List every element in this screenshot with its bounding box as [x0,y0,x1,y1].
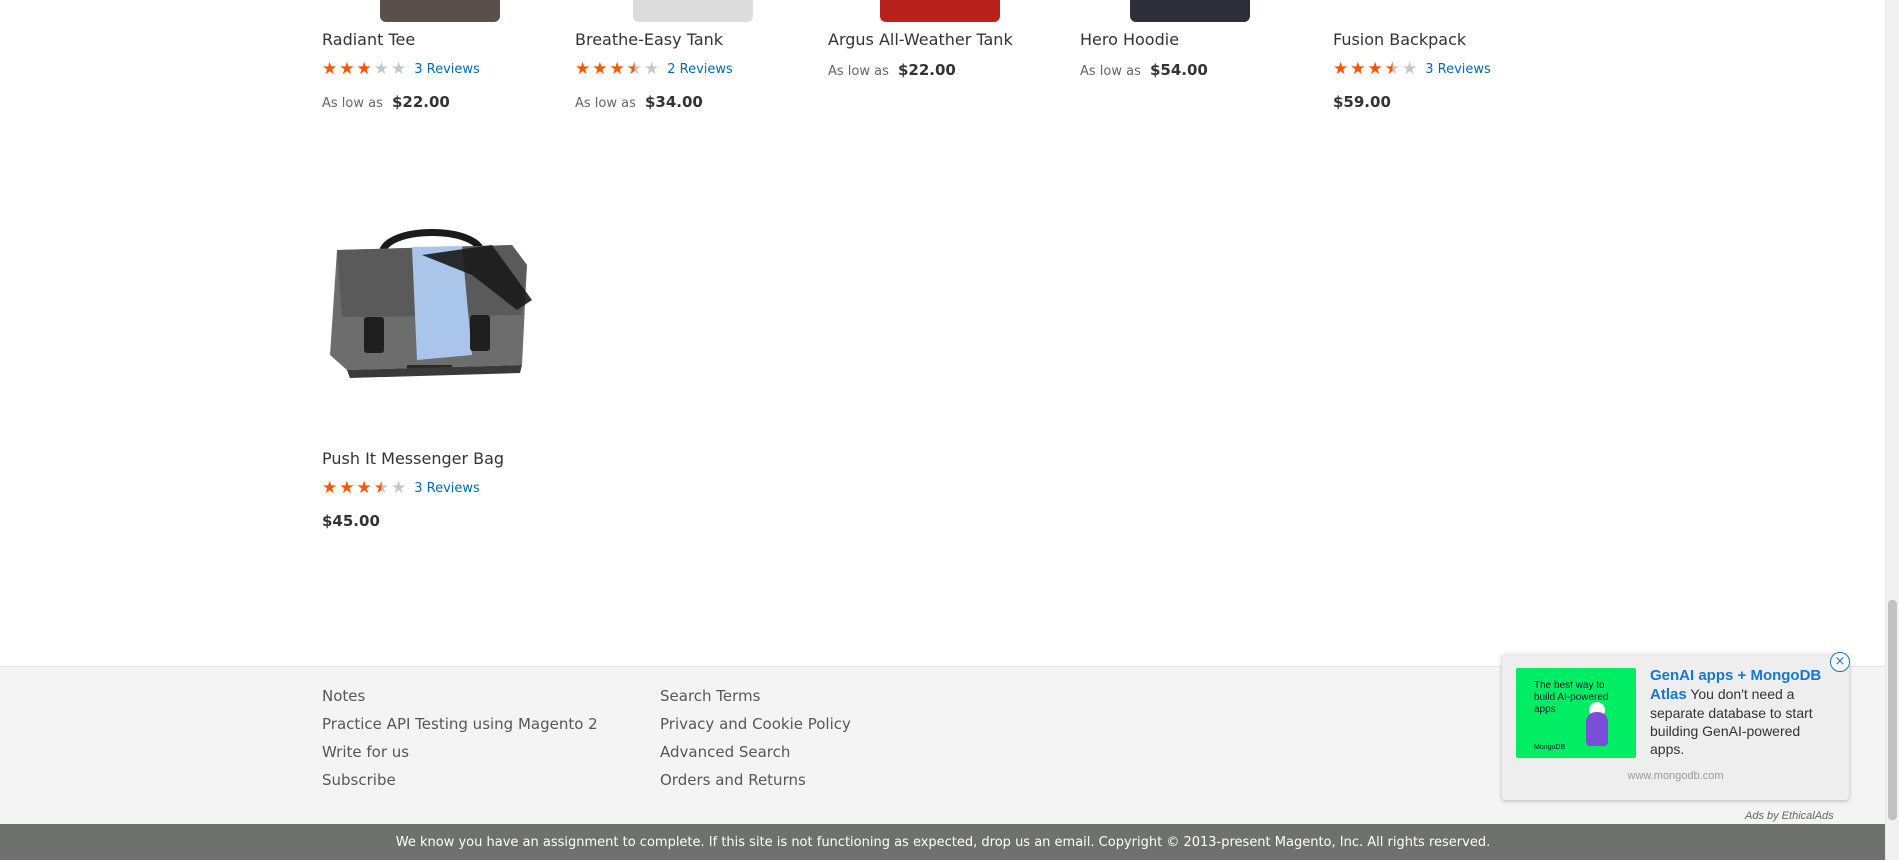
reviews-link[interactable]: 2 Reviews [667,62,733,77]
star-half-icon: ★ [626,59,642,79]
footer-link-subscribe[interactable]: Subscribe [322,771,396,789]
price-box: $59.00 [1333,92,1391,111]
star-icon: ★ [609,59,625,79]
product-image-hero-hoodie[interactable] [1130,0,1250,22]
star-icon: ★ [1402,59,1418,79]
product-image-argus-tank[interactable] [880,0,1000,22]
footer-link-practice-api[interactable]: Practice API Testing using Magento 2 [322,715,598,733]
reviews-link[interactable]: 3 Reviews [1425,62,1491,77]
star-half-icon: ★ [1384,59,1400,79]
star-icon: ★ [644,59,660,79]
price: $45.00 [322,512,380,530]
price: $22.00 [391,93,450,111]
star-icon: ★ [356,478,372,498]
product-name[interactable]: Argus All-Weather Tank [828,30,1013,49]
rating-summary: ★ ★ ★ ★ ★ 3 Reviews [322,60,480,78]
product-name[interactable]: Breathe-Easy Tank [575,30,723,49]
price-box: As low as $54.00 [1080,60,1208,79]
rating-summary: ★ ★ ★ ★ ★ 3 Reviews [322,479,480,497]
reviews-link[interactable]: 3 Reviews [414,481,480,496]
product-image-breathe-easy-tank[interactable] [633,0,753,22]
product-name[interactable]: Push It Messenger Bag [322,449,504,468]
ad-domain: www.mongodb.com [1627,770,1724,782]
product-image-push-it-messenger-bag[interactable] [322,205,542,405]
star-icon: ★ [339,59,355,79]
rating-summary: ★ ★ ★ ★ ★ 3 Reviews [1333,60,1491,78]
scrollbar-thumb[interactable] [1888,600,1897,820]
rating-summary: ★ ★ ★ ★ ★ 2 Reviews [575,60,733,78]
footer-link-privacy[interactable]: Privacy and Cookie Policy [660,715,851,733]
price-box: As low as $34.00 [575,92,703,111]
ethical-ad[interactable]: The best way to build AI-powered apps Mo… [1502,654,1849,800]
copyright-text: We know you have an assignment to comple… [395,834,1491,850]
price-prefix: As low as [322,96,383,111]
price: $34.00 [644,93,703,111]
star-icon: ★ [322,59,338,79]
price: $22.00 [897,61,956,79]
ad-close-button[interactable]: × [1830,652,1850,672]
star-icon: ★ [1333,59,1349,79]
messenger-bag-illustration [330,229,532,378]
price-box: $45.00 [322,511,380,530]
price: $59.00 [1333,93,1391,111]
footer-link-advanced-search[interactable]: Advanced Search [660,743,790,761]
price-prefix: As low as [828,64,889,79]
star-icon: ★ [575,59,591,79]
price: $54.00 [1149,61,1208,79]
product-image-radiant-tee[interactable] [380,0,500,22]
ad-text[interactable]: GenAI apps + MongoDB Atlas You don't nee… [1650,666,1835,758]
footer-link-search-terms[interactable]: Search Terms [660,687,760,705]
product-name[interactable]: Hero Hoodie [1080,30,1179,49]
star-icon: ★ [373,59,389,79]
product-name[interactable]: Fusion Backpack [1333,30,1466,49]
price-box: As low as $22.00 [322,92,450,111]
price-box: As low as $22.00 [828,60,956,79]
star-icon: ★ [391,478,407,498]
product-name[interactable]: Radiant Tee [322,30,415,49]
star-icon: ★ [1350,59,1366,79]
price-prefix: As low as [1080,64,1141,79]
page-scrollbar[interactable] [1885,0,1899,860]
mascot-body [1586,712,1608,746]
ad-image[interactable]: The best way to build AI-powered apps Mo… [1516,668,1636,758]
star-icon: ★ [322,478,338,498]
price-prefix: As low as [575,96,636,111]
star-icon: ★ [391,59,407,79]
reviews-link[interactable]: 3 Reviews [414,62,480,77]
close-icon: × [1834,654,1846,669]
star-icon: ★ [592,59,608,79]
star-icon: ★ [356,59,372,79]
footer-link-write-for-us[interactable]: Write for us [322,743,409,761]
star-icon: ★ [339,478,355,498]
copyright-bar: We know you have an assignment to comple… [0,824,1886,860]
ad-image-brand: MongoDB [1534,744,1566,751]
star-icon: ★ [1367,59,1383,79]
star-half-icon: ★ [373,478,389,498]
ad-attribution[interactable]: Ads by EthicalAds [1745,810,1834,822]
footer-link-notes[interactable]: Notes [322,687,365,705]
footer-link-orders-returns[interactable]: Orders and Returns [660,771,806,789]
